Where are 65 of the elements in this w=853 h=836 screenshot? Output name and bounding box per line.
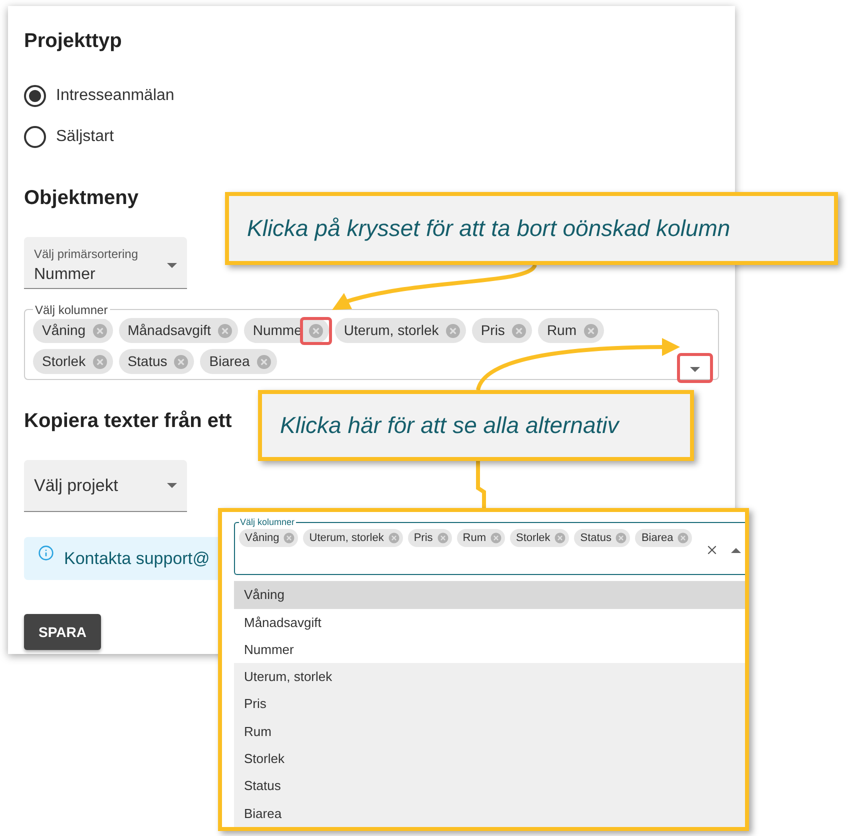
dropdown-option[interactable]: Biarea bbox=[234, 800, 745, 827]
radio-label: Säljstart bbox=[56, 127, 114, 147]
dropdown-option[interactable]: Uterum, storlek bbox=[234, 663, 745, 691]
sort-select[interactable]: Välj primärsortering Nummer bbox=[24, 237, 187, 289]
select-value: Välj projekt bbox=[34, 474, 118, 497]
caret-up-icon[interactable] bbox=[731, 548, 741, 552]
dropdown-option[interactable]: Rum bbox=[234, 718, 745, 746]
remove-icon[interactable] bbox=[173, 354, 190, 370]
column-chip[interactable]: Pris bbox=[408, 529, 452, 547]
clear-icon[interactable] bbox=[705, 543, 719, 557]
section-heading: Kopiera texter från ett bbox=[24, 409, 232, 434]
dropdown-option[interactable]: Storlek bbox=[234, 745, 745, 772]
remove-icon[interactable] bbox=[256, 354, 272, 370]
section-heading: Objektmeny bbox=[24, 186, 138, 211]
remove-icon[interactable] bbox=[436, 532, 449, 544]
column-chip[interactable]: Rum bbox=[456, 529, 506, 547]
remove-icon[interactable] bbox=[677, 532, 690, 544]
select-label: Välj primärsortering bbox=[34, 246, 138, 262]
caret-down-icon[interactable] bbox=[167, 263, 177, 268]
remove-icon[interactable] bbox=[554, 532, 566, 544]
remove-icon[interactable] bbox=[615, 532, 628, 544]
remove-icon[interactable] bbox=[582, 322, 598, 338]
section-heading: Projekttyp bbox=[24, 29, 122, 54]
dropdown-option[interactable]: Pris bbox=[234, 690, 745, 718]
column-chip[interactable]: Numme bbox=[244, 318, 329, 343]
column-chip[interactable]: Biarea bbox=[635, 529, 692, 547]
radio-button[interactable] bbox=[24, 126, 46, 148]
remove-icon[interactable] bbox=[283, 532, 296, 544]
select-value: Nummer bbox=[34, 264, 96, 284]
column-chip[interactable]: Våning bbox=[239, 529, 298, 547]
column-chip[interactable]: Uterum, storlek bbox=[303, 529, 403, 547]
remove-icon[interactable] bbox=[308, 322, 324, 338]
column-chip[interactable]: Rum bbox=[538, 318, 604, 343]
remove-icon[interactable] bbox=[216, 322, 233, 338]
column-chip[interactable]: Våning bbox=[33, 318, 113, 343]
remove-icon[interactable] bbox=[510, 322, 527, 338]
caret-down-icon[interactable] bbox=[690, 367, 700, 372]
column-chip[interactable]: Pris bbox=[472, 318, 532, 343]
column-chip[interactable]: Storlek bbox=[33, 349, 113, 374]
callout: Klicka här för att se alla alternativ bbox=[258, 390, 694, 461]
column-chip[interactable]: Uterum, storlek bbox=[334, 318, 466, 343]
remove-icon[interactable] bbox=[388, 532, 400, 544]
column-chip[interactable]: Status bbox=[118, 349, 194, 374]
highlight-frame bbox=[677, 353, 713, 383]
remove-icon[interactable] bbox=[444, 322, 461, 338]
column-chip[interactable]: Storlek bbox=[510, 529, 570, 547]
column-chip[interactable]: Månadsavgift bbox=[118, 318, 238, 343]
radio-label: Intresseanmälan bbox=[56, 86, 174, 106]
remove-icon[interactable] bbox=[490, 532, 502, 544]
project-select[interactable]: Välj projekt bbox=[24, 460, 187, 512]
remove-icon[interactable] bbox=[92, 322, 108, 338]
highlight-frame bbox=[300, 316, 332, 344]
info-icon bbox=[38, 545, 54, 561]
dropdown-option[interactable]: Status bbox=[234, 772, 745, 800]
caret-down-icon[interactable] bbox=[167, 483, 177, 488]
dropdown-option[interactable]: Månadsavgift bbox=[234, 608, 745, 636]
save-button[interactable]: SPARA bbox=[24, 614, 101, 650]
dropdown-option[interactable]: Våning bbox=[234, 581, 745, 609]
field-label: Välj kolumner bbox=[239, 516, 296, 528]
radio-button[interactable] bbox=[24, 85, 46, 107]
column-chip[interactable]: Biarea bbox=[200, 349, 277, 374]
remove-icon[interactable] bbox=[92, 354, 108, 370]
column-chip[interactable]: Status bbox=[574, 529, 630, 547]
callout: Klicka på krysset för att ta bort oönskad kolumn bbox=[225, 192, 838, 265]
alert-text: Kontakta support@ bbox=[64, 548, 210, 570]
